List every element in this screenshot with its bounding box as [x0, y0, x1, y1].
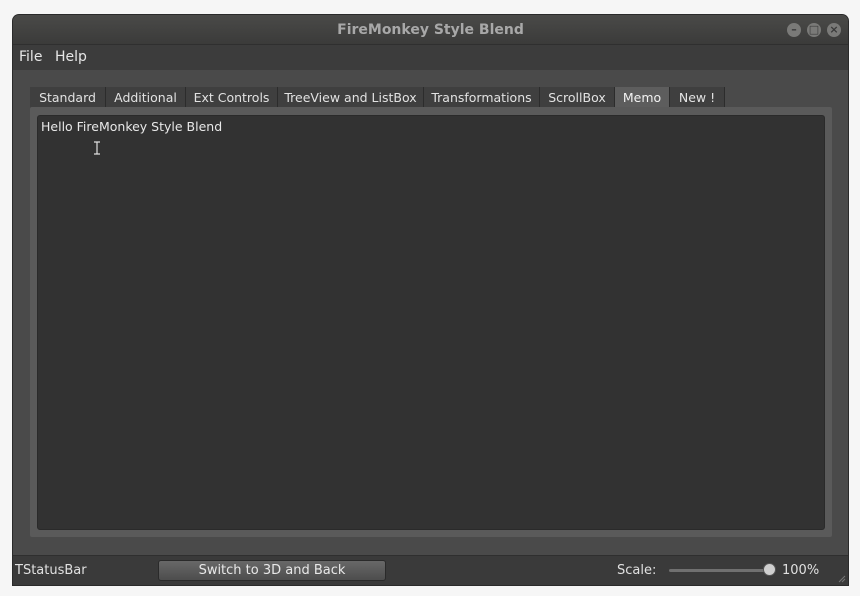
resize-grip-icon[interactable]	[836, 573, 846, 583]
memo-text: Hello FireMonkey Style Blend	[41, 119, 223, 134]
tab-standard[interactable]: Standard	[30, 87, 106, 108]
status-bar: TStatusBar Switch to 3D and Back Scale: …	[13, 555, 848, 585]
scale-label: Scale:	[617, 563, 657, 578]
scale-value: 100%	[782, 563, 820, 578]
status-bar-label: TStatusBar	[15, 563, 87, 578]
menu-bar: File Help	[13, 45, 848, 70]
tab-bar: Standard Additional Ext Controls TreeVie…	[30, 87, 830, 109]
tab-panel: Hello FireMonkey Style Blend	[30, 107, 832, 537]
title-bar[interactable]: FireMonkey Style Blend – □ ×	[13, 15, 848, 45]
text-cursor-icon	[94, 141, 100, 155]
app-window: FireMonkey Style Blend – □ × File Help S…	[13, 15, 848, 585]
memo-textarea[interactable]: Hello FireMonkey Style Blend	[37, 115, 825, 530]
menu-help[interactable]: Help	[55, 49, 87, 65]
menu-file[interactable]: File	[19, 49, 42, 65]
tab-memo[interactable]: Memo	[615, 87, 670, 108]
tab-additional[interactable]: Additional	[106, 87, 186, 108]
tab-transformations[interactable]: Transformations	[424, 87, 540, 108]
close-icon[interactable]: ×	[827, 23, 841, 37]
tab-new[interactable]: New !	[670, 87, 725, 108]
scale-slider-thumb[interactable]	[762, 563, 776, 576]
scale-slider-track[interactable]	[669, 569, 769, 572]
window-title: FireMonkey Style Blend	[337, 22, 524, 38]
minimize-icon[interactable]: –	[787, 23, 801, 37]
tab-scrollbox[interactable]: ScrollBox	[540, 87, 615, 108]
switch-3d-button[interactable]: Switch to 3D and Back	[158, 560, 386, 581]
maximize-icon[interactable]: □	[807, 23, 821, 37]
tab-ext-controls[interactable]: Ext Controls	[186, 87, 278, 108]
tab-treeview-listbox[interactable]: TreeView and ListBox	[278, 87, 424, 108]
